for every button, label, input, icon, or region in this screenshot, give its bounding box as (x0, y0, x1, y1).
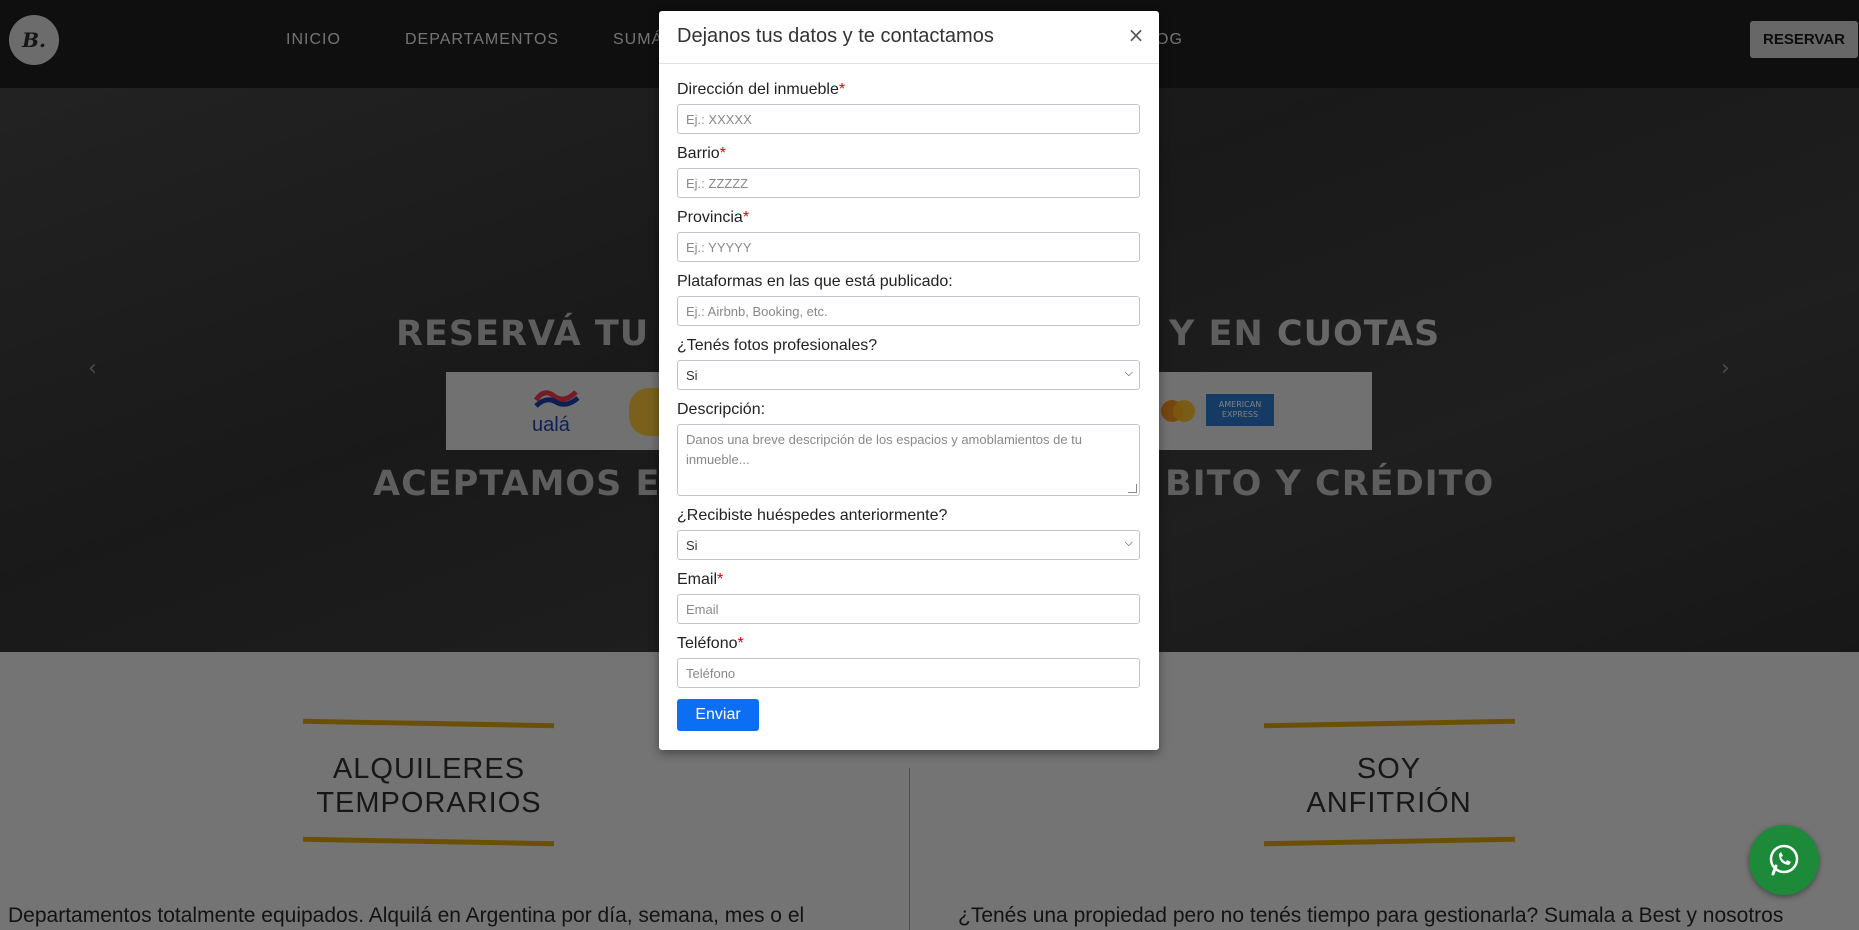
modal-title: Dejanos tus datos y te contactamos (677, 25, 994, 47)
platforms-input[interactable]: Ej.: Airbnb, Booking, etc. (677, 296, 1140, 326)
address-label: Dirección del inmueble* (677, 81, 845, 99)
province-label: Provincia* (677, 209, 749, 227)
required-asterisk: * (742, 209, 750, 226)
guests-label: ¿Recibiste huéspedes anteriormente? (677, 507, 948, 524)
province-label-text: Provincia (677, 209, 743, 226)
chevron-down-icon: ⌵ (1124, 367, 1133, 379)
description-textarea[interactable]: Danos una breve descripción de los espac… (677, 424, 1140, 496)
neighborhood-input[interactable]: Ej.: ZZZZZ (677, 168, 1140, 198)
modal-header: Dejanos tus datos y te contactamos × (659, 11, 1159, 64)
required-asterisk: * (737, 635, 744, 652)
description-placeholder: Danos una breve descripción de los espac… (686, 432, 1083, 467)
guests-select-value: Si (686, 538, 698, 553)
photos-select[interactable]: Si ⌵ (677, 360, 1140, 390)
required-asterisk: * (719, 145, 726, 162)
neighborhood-label: Barrio* (677, 145, 726, 163)
phone-input[interactable]: Teléfono (677, 658, 1140, 688)
close-icon[interactable]: × (1125, 24, 1147, 46)
contact-modal: Dejanos tus datos y te contactamos × Dir… (659, 11, 1159, 750)
chevron-down-icon: ⌵ (1124, 537, 1133, 549)
required-asterisk: * (717, 571, 724, 588)
whatsapp-icon (1769, 844, 1799, 876)
whatsapp-button[interactable] (1749, 825, 1819, 895)
neighborhood-label-text: Barrio (677, 145, 720, 162)
email-label: Email* (677, 571, 723, 589)
resize-handle-icon[interactable] (1128, 484, 1137, 493)
submit-button[interactable]: Enviar (677, 699, 759, 731)
email-label-text: Email (677, 571, 718, 588)
email-input[interactable]: Email (677, 594, 1140, 624)
address-label-text: Dirección del inmueble (677, 81, 839, 98)
platforms-label: Plataformas en las que está publicado: (677, 273, 953, 290)
phone-label: Teléfono* (677, 635, 744, 653)
description-label: Descripción: (677, 401, 766, 418)
guests-select[interactable]: Si ⌵ (677, 530, 1140, 560)
photos-label: ¿Tenés fotos profesionales? (677, 337, 878, 354)
phone-label-text: Teléfono (677, 635, 738, 652)
province-input[interactable]: Ej.: YYYYY (677, 232, 1140, 262)
photos-select-value: Si (686, 368, 698, 383)
required-asterisk: * (838, 81, 846, 98)
address-input[interactable]: Ej.: XXXXX (677, 104, 1140, 134)
